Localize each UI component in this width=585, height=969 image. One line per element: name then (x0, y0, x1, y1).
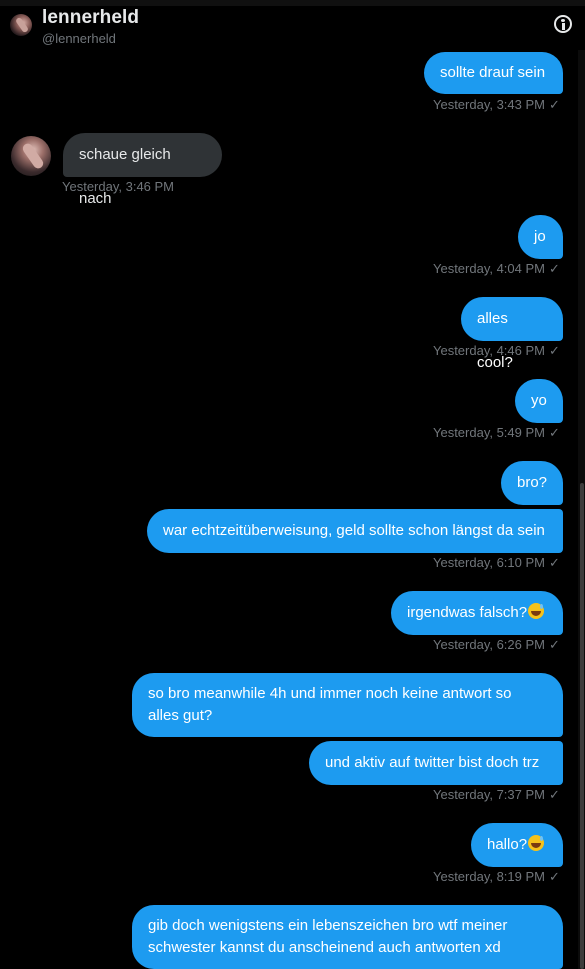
message-timestamp: Yesterday, 3:46 PM (62, 179, 175, 194)
message-bubble-outgoing[interactable]: hallo? (471, 823, 563, 867)
message-text: und aktiv auf twitter bist doch trz (325, 754, 540, 771)
read-check-icon: ✓ (549, 787, 560, 802)
message-bubble-outgoing[interactable]: war echtzeitüberweisung, geld sollte sch… (147, 509, 563, 553)
read-check-icon: ✓ (549, 425, 560, 440)
message-text: schaue gleich nach (79, 146, 171, 207)
message-text: bro? (517, 474, 548, 491)
message-timestamp: Yesterday, 7:37 PM (432, 787, 545, 802)
message-timestamp: Yesterday, 5:49 PM (432, 425, 545, 440)
message-bubble-incoming[interactable]: schaue gleich nach (63, 133, 222, 207)
read-check-icon: ✓ (549, 261, 560, 276)
message-text-line: alles gut? (148, 707, 213, 724)
read-check-icon: ✓ (549, 869, 560, 884)
conversation-header: lennerheld @lennerheld (0, 0, 585, 50)
message-text-line: schwester kannst du anscheinend auch ant… (148, 939, 501, 956)
message-text: war echtzeitüberweisung, geld sollte sch… (163, 522, 545, 539)
message-bubble-outgoing[interactable]: sollte drauf sein (424, 52, 563, 94)
message-bubble-outgoing[interactable]: so bro meanwhile 4h und immer noch keine… (132, 673, 563, 737)
message-timestamp: Yesterday, 8:19 PM (432, 869, 545, 884)
message-text: alles cool? (477, 310, 513, 371)
message-bubble-outgoing[interactable]: und aktiv auf twitter bist doch trz (309, 741, 563, 785)
grinning-sweat-emoji (528, 603, 545, 619)
message-text: jo (534, 228, 546, 245)
info-icon[interactable] (554, 15, 572, 33)
header-shadow (0, 0, 585, 6)
message-timestamp: Yesterday, 4:04 PM (432, 261, 545, 276)
message-bubble-outgoing[interactable]: alles cool? (461, 297, 563, 371)
message-timestamp: Yesterday, 6:26 PM (432, 637, 545, 652)
message-text: yo (531, 392, 547, 409)
message-bubble-outgoing[interactable]: jo (518, 215, 563, 259)
read-check-icon: ✓ (549, 637, 560, 652)
avatar[interactable] (10, 14, 32, 36)
message-bubble-outgoing[interactable]: bro? (501, 461, 563, 505)
message-text: irgendwas falsch? (407, 604, 528, 621)
scrollbar-thumb[interactable] (580, 483, 584, 969)
grinning-sweat-emoji (528, 835, 545, 851)
message-bubble-outgoing[interactable]: yo (515, 379, 563, 423)
message-timestamp: Yesterday, 4:46 PM (432, 343, 545, 358)
message-bubble-outgoing[interactable]: gib doch wenigstens ein lebenszeichen br… (132, 905, 563, 969)
message-text-line: gib doch wenigstens ein lebenszeichen br… (148, 917, 508, 934)
read-check-icon: ✓ (549, 343, 560, 358)
dm-conversation: lennerheld @lennerheld sollte drauf sein… (0, 0, 585, 969)
read-check-icon: ✓ (549, 555, 560, 570)
contact-handle: @lennerheld (42, 31, 116, 46)
read-check-icon: ✓ (549, 97, 560, 112)
message-bubble-outgoing[interactable]: irgendwas falsch? (391, 591, 563, 635)
message-text-line: so bro meanwhile 4h und immer noch keine… (148, 685, 512, 702)
message-text: sollte drauf sein (440, 64, 546, 81)
contact-name[interactable]: lennerheld (42, 7, 139, 29)
message-timestamp: Yesterday, 3:43 PM (432, 97, 545, 112)
avatar[interactable] (11, 136, 51, 176)
message-timestamp: Yesterday, 6:10 PM (432, 555, 545, 570)
message-text: hallo? (487, 836, 528, 853)
